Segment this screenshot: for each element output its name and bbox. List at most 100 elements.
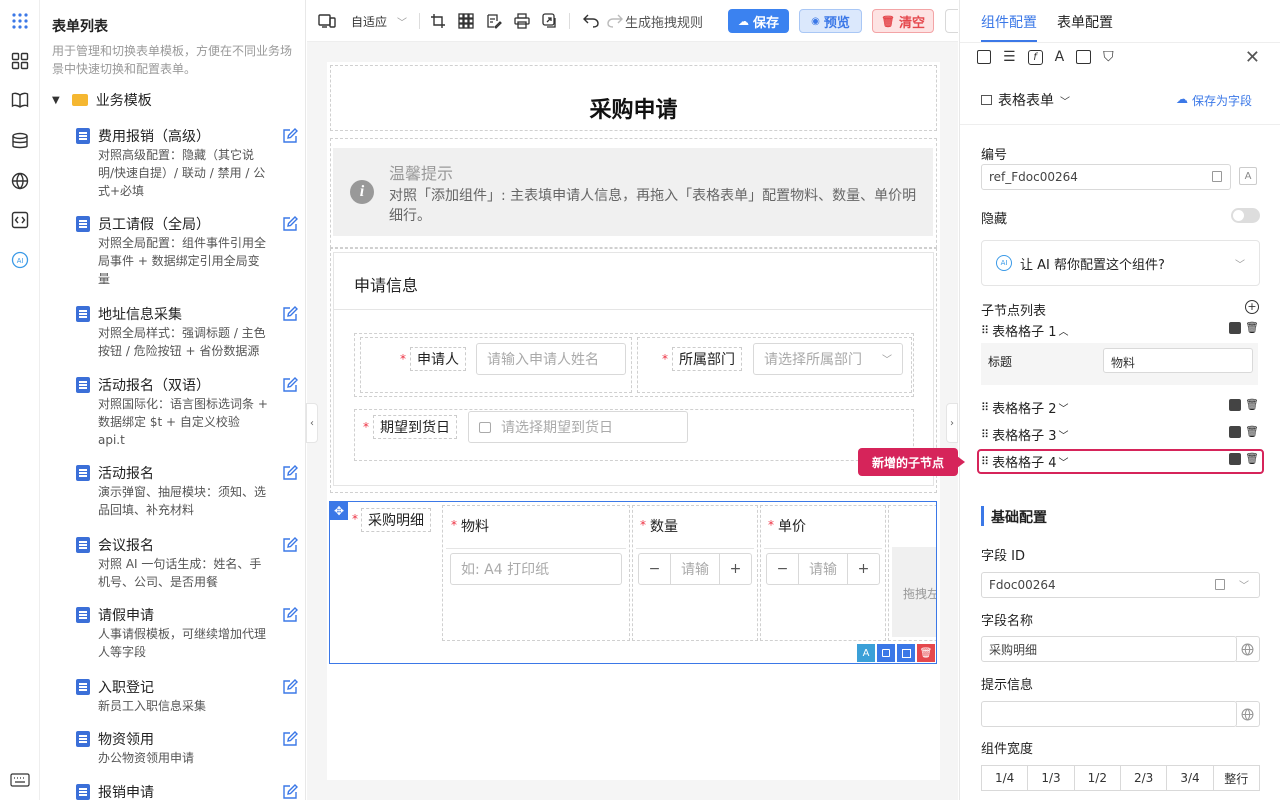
formula-icon[interactable]: f bbox=[1027, 49, 1043, 65]
trash-icon[interactable]: 🗑 bbox=[1245, 399, 1259, 411]
sliders-icon[interactable]: ☰ bbox=[1003, 49, 1016, 65]
applicant-input[interactable]: 请输入申请人姓名 bbox=[476, 343, 626, 375]
edit-icon[interactable] bbox=[282, 607, 298, 627]
plus-icon[interactable]: + bbox=[719, 554, 751, 584]
drag-dots-icon[interactable]: ⠿ bbox=[981, 324, 989, 337]
redo-icon[interactable] bbox=[605, 11, 625, 31]
child-row-3[interactable]: ⠿ 表格格子 3 ﹀ 🗑 bbox=[981, 424, 1259, 444]
device-icon[interactable] bbox=[317, 11, 337, 31]
tab-component-config[interactable]: 组件配置 bbox=[981, 12, 1037, 32]
chevron-down-icon[interactable]: ﹀ bbox=[1239, 577, 1249, 592]
close-icon[interactable]: ✕ bbox=[1245, 47, 1260, 68]
save-button[interactable]: ☁ 保存 bbox=[728, 9, 789, 33]
globe-icon[interactable] bbox=[9, 170, 31, 192]
preview-button[interactable]: ◉ 预览 bbox=[799, 9, 862, 33]
child-row-2[interactable]: ⠿ 表格格子 2 ﹀ 🗑 bbox=[981, 397, 1259, 417]
hidden-toggle[interactable] bbox=[1231, 208, 1260, 223]
shield-icon[interactable]: ⛉ bbox=[1103, 49, 1114, 65]
template-item[interactable]: 物资领用 办公物资领用申请 bbox=[76, 729, 298, 767]
edit-icon[interactable] bbox=[282, 784, 298, 800]
component-type-select[interactable]: 表格表单 ﹀ bbox=[981, 90, 1070, 110]
material-input[interactable]: 如: A4 打印纸 bbox=[450, 553, 622, 585]
book-icon[interactable] bbox=[9, 89, 31, 111]
template-item[interactable]: 地址信息采集 对照全局样式：强调标题 / 主色按钮 / 危险按钮 + 省份数据源 bbox=[76, 304, 298, 360]
qty-stepper[interactable]: − 请输 + bbox=[638, 553, 752, 585]
ai-icon[interactable]: AI bbox=[9, 249, 31, 271]
child-title-input[interactable]: 物料 bbox=[1103, 348, 1253, 373]
date-input[interactable]: 请选择期望到货日 bbox=[468, 411, 688, 443]
copy-icon[interactable] bbox=[1229, 453, 1242, 465]
overflow-button[interactable] bbox=[945, 9, 958, 33]
price-stepper[interactable]: − 请输 + bbox=[766, 553, 880, 585]
trash-icon[interactable]: 🗑 bbox=[1245, 426, 1259, 438]
id-input[interactable]: ref_Fdoc00264 bbox=[981, 164, 1231, 190]
code-icon[interactable] bbox=[9, 209, 31, 231]
chevron-up-icon[interactable]: ︿ bbox=[1058, 323, 1068, 338]
template-item[interactable]: 活动报名（双语） 对照国际化：语言图标选词条 + 数据绑定 $t + 自定义校验 … bbox=[76, 375, 298, 449]
clear-button[interactable]: 🗑 清空 bbox=[872, 9, 934, 33]
ai-assist-collapse[interactable]: AI 让 AI 帮你配置这个组件? ﹀ bbox=[981, 240, 1260, 286]
field-id-input[interactable]: Fdoc00264 ﹀ bbox=[981, 572, 1260, 598]
collapse-right-button[interactable]: › bbox=[946, 403, 958, 443]
undo-icon[interactable] bbox=[581, 11, 601, 31]
print-icon[interactable] bbox=[512, 11, 532, 31]
table-form[interactable]: ✥ * 采购明细 * 物料 如: A4 打印纸 * 数量 − 请输 + * 单价… bbox=[329, 501, 937, 664]
export-icon[interactable] bbox=[540, 11, 560, 31]
child-row-1[interactable]: ⠿ 表格格子 1 ︿ 🗑 bbox=[981, 320, 1259, 340]
width-option-full[interactable]: 整行 bbox=[1212, 765, 1260, 791]
generate-rule-button[interactable]: 生成拖拽规则 bbox=[625, 12, 703, 31]
drop-zone[interactable]: 拖拽左 bbox=[892, 547, 936, 637]
add-child-icon[interactable]: + bbox=[1245, 300, 1259, 314]
edit-doc-icon[interactable] bbox=[484, 11, 504, 31]
edit-icon[interactable] bbox=[282, 465, 298, 485]
database-icon[interactable] bbox=[9, 130, 31, 152]
copy-icon[interactable] bbox=[1229, 322, 1242, 334]
copy-icon[interactable] bbox=[877, 644, 895, 662]
child-row-4[interactable]: ⠿ 表格格子 4 ﹀ 🗑 bbox=[981, 451, 1259, 471]
drag-dots-icon[interactable]: ⠿ bbox=[981, 401, 989, 414]
edit-icon[interactable] bbox=[282, 306, 298, 326]
width-option-1-2[interactable]: 1/2 bbox=[1073, 765, 1121, 791]
settings-doc-icon[interactable] bbox=[977, 50, 991, 64]
chevron-down-icon[interactable]: ﹀ bbox=[1058, 400, 1068, 415]
minus-icon[interactable]: − bbox=[767, 554, 799, 584]
dept-select[interactable]: 请选择所属部门 ﹀ bbox=[753, 343, 903, 375]
tip-input[interactable] bbox=[981, 701, 1237, 727]
width-option-1-3[interactable]: 1/3 bbox=[1027, 765, 1075, 791]
adaptive-select[interactable]: 自适应 ﹀ bbox=[351, 13, 407, 30]
edit-icon[interactable] bbox=[282, 377, 298, 397]
minus-icon[interactable]: − bbox=[639, 554, 671, 584]
copy-icon[interactable] bbox=[1229, 426, 1242, 438]
template-item[interactable]: 费用报销（高级） 对照高级配置：隐藏（其它说明/快速自提）/ 联动 / 禁用 / … bbox=[76, 126, 298, 200]
duplicate-icon[interactable] bbox=[897, 644, 915, 662]
globe-icon[interactable] bbox=[1236, 701, 1260, 727]
tab-form-config[interactable]: 表单配置 bbox=[1057, 12, 1113, 32]
chevron-down-icon[interactable]: ﹀ bbox=[1058, 454, 1068, 469]
copy-icon[interactable] bbox=[1229, 399, 1242, 411]
width-option-1-4[interactable]: 1/4 bbox=[981, 765, 1029, 791]
font-icon[interactable]: A bbox=[1239, 167, 1257, 185]
template-item[interactable]: 报销申请 bbox=[76, 782, 298, 800]
copy-icon[interactable] bbox=[1215, 579, 1225, 590]
field-name-input[interactable]: 采购明细 bbox=[981, 636, 1237, 662]
grid-icon[interactable] bbox=[456, 11, 476, 31]
edit-icon[interactable] bbox=[282, 216, 298, 236]
crop-icon[interactable] bbox=[428, 11, 448, 31]
edit-icon[interactable] bbox=[282, 731, 298, 751]
copy-icon[interactable] bbox=[1212, 171, 1222, 182]
code-window-icon[interactable] bbox=[1076, 50, 1092, 64]
drag-dots-icon[interactable]: ⠿ bbox=[981, 428, 989, 441]
ai-action-icon[interactable]: A bbox=[857, 644, 875, 662]
template-item[interactable]: 入职登记 新员工入职信息采集 bbox=[76, 677, 298, 715]
save-as-field-button[interactable]: ☁ 保存为字段 bbox=[1176, 92, 1252, 109]
template-item[interactable]: 请假申请 人事请假模板，可继续增加代理人等字段 bbox=[76, 605, 298, 661]
trash-icon[interactable]: 🗑 bbox=[1245, 322, 1259, 334]
drag-dots-icon[interactable]: ⠿ bbox=[981, 455, 989, 468]
width-option-2-3[interactable]: 2/3 bbox=[1119, 765, 1168, 791]
collapse-left-button[interactable]: ‹ bbox=[306, 403, 318, 443]
folder-node[interactable]: ▼ 业务模板 bbox=[52, 90, 152, 110]
chevron-down-icon[interactable]: ﹀ bbox=[1058, 427, 1068, 442]
width-option-3-4[interactable]: 3/4 bbox=[1166, 765, 1214, 791]
text-style-icon[interactable]: A bbox=[1055, 49, 1065, 65]
template-item[interactable]: 员工请假（全局） 对照全局配置：组件事件引用全局事件 + 数据绑定引用全局变量 bbox=[76, 214, 298, 288]
